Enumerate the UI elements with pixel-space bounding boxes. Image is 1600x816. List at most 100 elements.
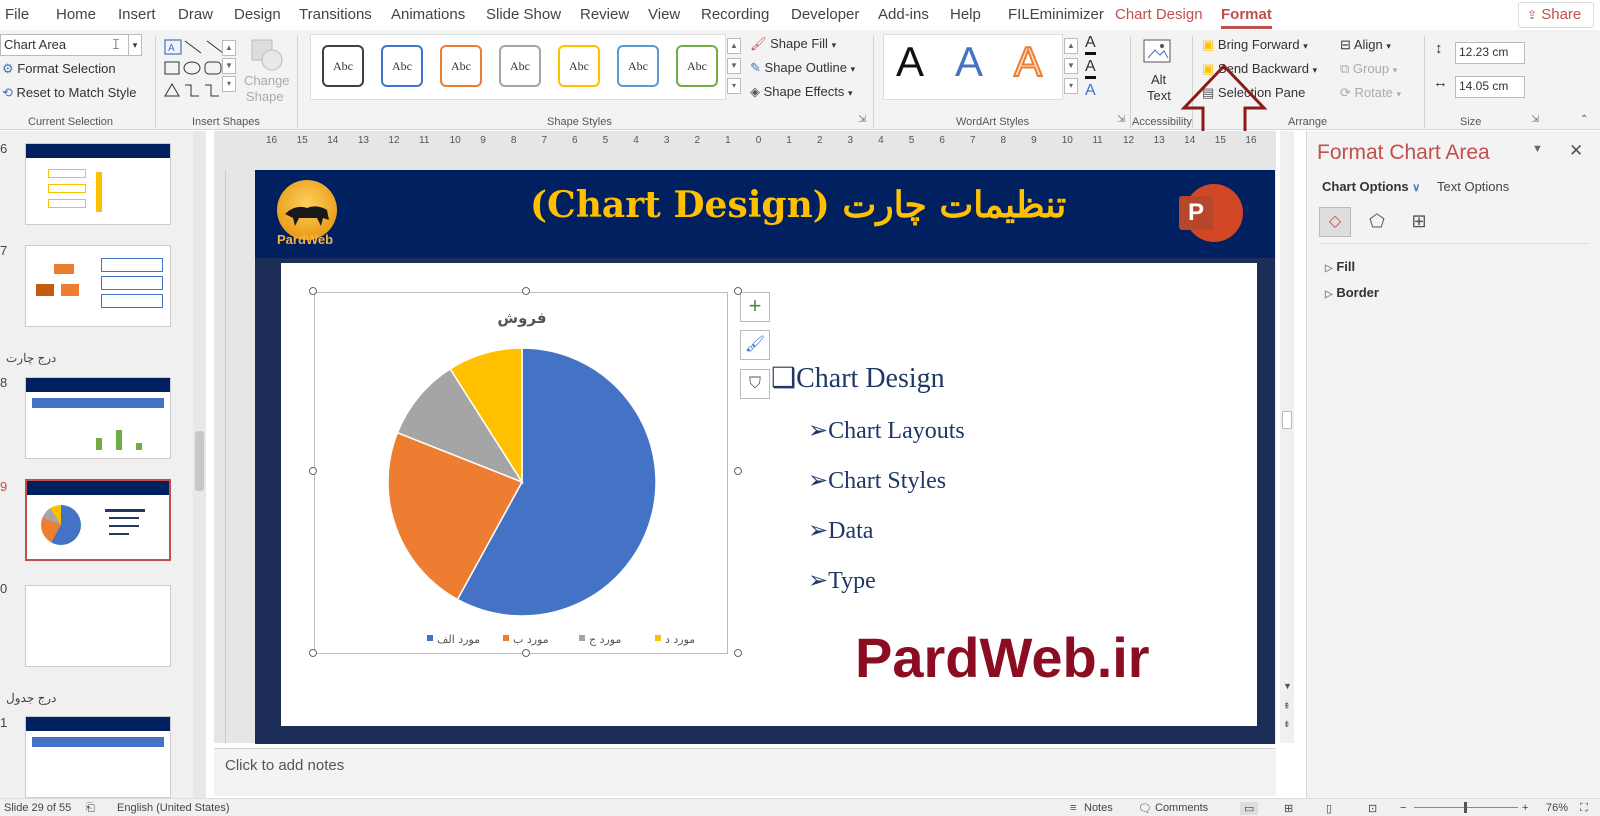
resize-handle[interactable] — [522, 649, 530, 657]
bullet-sub[interactable]: ➢Data — [808, 516, 873, 545]
group-button[interactable]: ⧉ Group ▾ — [1340, 61, 1397, 77]
wordart-style-orange[interactable]: A — [1013, 37, 1043, 86]
close-icon[interactable]: ✕ — [1569, 141, 1583, 161]
tab-recording[interactable]: Recording — [701, 6, 769, 23]
editor-scrollbar[interactable]: ▼ ⇞ ⇟ — [1280, 131, 1294, 743]
resize-handle[interactable] — [522, 287, 530, 295]
bullet-sub[interactable]: ➢Chart Styles — [808, 466, 946, 495]
section-fill[interactable]: ▷ Fill — [1325, 259, 1355, 274]
shape-style-swatch-7[interactable]: Abc — [676, 45, 718, 87]
tab-view[interactable]: View — [648, 6, 680, 23]
tab-insert[interactable]: Insert — [118, 6, 156, 23]
previous-slide-icon[interactable]: ⇞ — [1283, 701, 1291, 712]
shape-style-swatch-5[interactable]: Abc — [558, 45, 600, 87]
thumbnails-scrollbar[interactable] — [193, 131, 206, 798]
shape-style-swatch-4[interactable]: Abc — [499, 45, 541, 87]
text-outline-icon[interactable]: A — [1085, 58, 1096, 79]
styles-scroll-down[interactable]: ▼ — [727, 58, 741, 74]
align-button[interactable]: ⊟ Align ▾ — [1340, 37, 1391, 53]
shape-style-swatch-6[interactable]: Abc — [617, 45, 659, 87]
chevron-down-icon[interactable]: ▾ — [128, 34, 142, 56]
section-header-insert-table[interactable]: درج جدول — [6, 691, 56, 705]
notes-area[interactable]: Click to add notes — [214, 748, 1276, 796]
tab-chart-design[interactable]: Chart Design — [1115, 6, 1203, 23]
tab-fileminimizer[interactable]: FILEminimizer — [1008, 6, 1104, 23]
zoom-slider[interactable] — [1414, 802, 1518, 813]
bullet-main[interactable]: ❑Chart Design — [771, 361, 945, 395]
shape-fill-button[interactable]: 🖌 Shape Fill ▾ — [750, 36, 836, 52]
resize-handle[interactable] — [734, 649, 742, 657]
dialog-launcher-icon[interactable]: ⇲ — [858, 114, 866, 125]
tab-slide-show[interactable]: Slide Show — [486, 6, 561, 23]
tab-developer[interactable]: Developer — [791, 6, 859, 23]
tab-design[interactable]: Design — [234, 6, 281, 23]
wordart-style-black[interactable]: A — [896, 38, 924, 86]
selection-pane-button[interactable]: ▤ Selection Pane — [1202, 85, 1305, 101]
dialog-launcher-icon[interactable]: ⇲ — [1531, 114, 1539, 125]
tab-transitions[interactable]: Transitions — [299, 6, 372, 23]
legend-entry[interactable]: مورد ج — [579, 633, 621, 646]
wordart-scroll-up[interactable]: ▲ — [1064, 38, 1078, 54]
dialog-launcher-icon[interactable]: ⇲ — [1117, 114, 1125, 125]
rotate-button[interactable]: ⟳ Rotate ▾ — [1340, 85, 1401, 101]
send-backward-button[interactable]: ▣ Send Backward ▾ — [1202, 61, 1317, 77]
zoom-slider-thumb[interactable] — [1464, 802, 1467, 813]
slide-sorter-icon[interactable]: ⊞ — [1284, 802, 1293, 815]
collapse-ribbon-icon[interactable]: ⌃ — [1580, 114, 1588, 125]
slide-thumbnail[interactable] — [25, 377, 171, 459]
share-button[interactable]: ⇪ Share — [1518, 2, 1594, 28]
pie-chart[interactable]: فروش مورد الف مورد ب مورد ج مورد د — [315, 293, 729, 655]
legend-entry[interactable]: مورد ب — [503, 633, 549, 646]
zoom-in-icon[interactable]: + — [1522, 802, 1528, 814]
section-border[interactable]: ▷ Border — [1325, 285, 1379, 300]
text-fill-icon[interactable]: A — [1085, 34, 1096, 55]
wordart-scroll-down[interactable]: ▼ — [1064, 58, 1078, 74]
chart-area[interactable]: فروش مورد الف مورد ب مورد ج مورد د — [314, 292, 728, 654]
styles-more[interactable]: ▾ — [727, 78, 741, 94]
accessibility-check-icon[interactable]: ⎗ — [86, 802, 95, 815]
wordart-more[interactable]: ▾ — [1064, 78, 1078, 94]
slide-title[interactable]: تنظیمات چارت (Chart Design) — [530, 184, 1066, 226]
resize-handle[interactable] — [309, 649, 317, 657]
styles-scroll-up[interactable]: ▲ — [727, 38, 741, 54]
chart-filter-icon[interactable]: ⛉ — [740, 369, 770, 399]
shape-effects-button[interactable]: ◈ Shape Effects ▾ — [750, 84, 853, 100]
tab-draw[interactable]: Draw — [178, 6, 213, 23]
alt-text-button[interactable] — [1140, 36, 1176, 73]
shape-style-swatch-1[interactable]: Abc — [322, 45, 364, 87]
shape-width-input[interactable]: 14.05 cm — [1455, 76, 1525, 98]
shapes-scroll-down[interactable]: ▼ — [222, 58, 236, 74]
slide-canvas[interactable]: PardWeb تنظیمات چارت (Chart Design) P فر… — [255, 170, 1275, 744]
bullet-sub[interactable]: ➢Chart Layouts — [808, 416, 965, 445]
format-selection-button[interactable]: ⚙ Format Selection — [2, 61, 116, 77]
shape-outline-button[interactable]: ✎ Shape Outline ▾ — [750, 60, 855, 76]
change-shape-label[interactable]: Change — [244, 73, 290, 88]
slide-thumbnail[interactable] — [25, 716, 171, 798]
bullet-sub[interactable]: ➢Type — [808, 566, 876, 595]
resize-handle[interactable] — [309, 467, 317, 475]
legend-entry[interactable]: مورد الف — [427, 633, 480, 646]
shape-height-input[interactable]: 12.23 cm — [1455, 42, 1525, 64]
reading-view-icon[interactable]: ▯ — [1326, 802, 1332, 815]
resize-handle[interactable] — [309, 287, 317, 295]
text-effects-icon[interactable]: A — [1085, 82, 1096, 100]
effects-pentagon-icon[interactable]: ⬠ — [1361, 207, 1393, 237]
next-slide-icon[interactable]: ⇟ — [1283, 719, 1291, 730]
shapes-scroll-up[interactable]: ▲ — [222, 40, 236, 56]
language-indicator[interactable]: English (United States) — [117, 802, 230, 814]
slide-thumbnail[interactable] — [25, 143, 171, 225]
tab-text-options[interactable]: Text Options — [1437, 179, 1509, 194]
shape-style-swatch-3[interactable]: Abc — [440, 45, 482, 87]
tab-format[interactable]: Format — [1221, 6, 1272, 29]
tab-add-ins[interactable]: Add-ins — [878, 6, 929, 23]
shapes-more[interactable]: ▾ — [222, 76, 236, 92]
tab-animations[interactable]: Animations — [391, 6, 465, 23]
resize-handle[interactable] — [734, 287, 742, 295]
size-properties-icon[interactable]: ⊞ — [1403, 207, 1435, 237]
slideshow-icon[interactable]: ⊡ — [1368, 802, 1377, 815]
fit-slide-icon[interactable]: ⛶ — [1580, 802, 1588, 815]
slide-thumbnail[interactable] — [25, 585, 171, 667]
section-header-insert-chart[interactable]: درج چارت — [6, 351, 56, 365]
zoom-out-icon[interactable]: − — [1400, 802, 1406, 814]
slide-thumbnail-selected[interactable] — [25, 479, 171, 561]
